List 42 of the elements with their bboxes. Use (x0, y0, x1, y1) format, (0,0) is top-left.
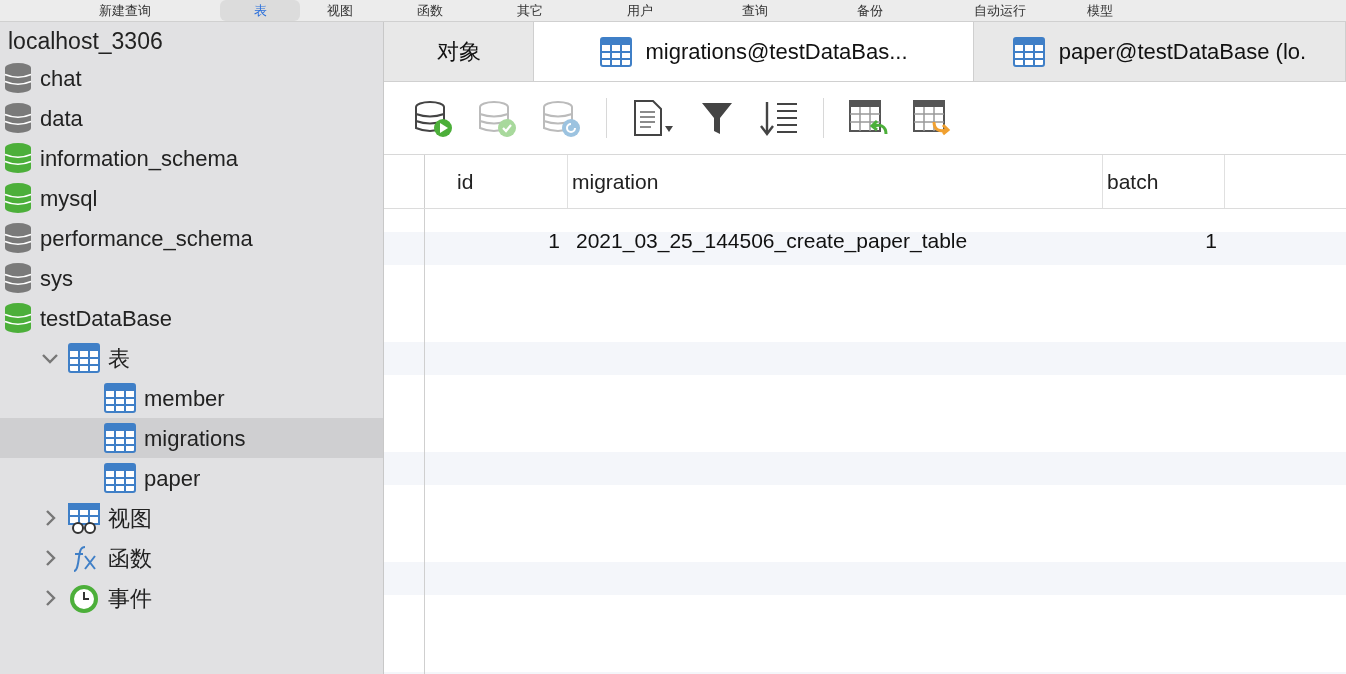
table-icon (599, 36, 632, 67)
tree-item-label[interactable]: 视图 (108, 501, 152, 535)
tree-item-label[interactable]: member (144, 381, 225, 415)
table-cell-text: 1 (1204, 228, 1218, 255)
table-icon (104, 383, 136, 413)
toolbar-button[interactable]: 表 (220, 0, 300, 21)
table-cell-text: 1 (547, 228, 561, 255)
column-header[interactable]: batch (1103, 155, 1225, 208)
tree-item-label[interactable]: 函数 (108, 541, 152, 575)
tree-item-label[interactable]: mysql (40, 181, 98, 215)
tab[interactable]: migrations@testDataBas... (534, 22, 974, 81)
table-icon (104, 463, 136, 493)
toolbar-button[interactable]: 视图 (300, 0, 380, 21)
toolbar-button[interactable]: 自动运行 (930, 0, 1070, 21)
table-cell-text: 2021_03_25_144506_create_paper_table (575, 228, 969, 255)
toolbar-button[interactable]: 模型 (1070, 0, 1130, 21)
tree-item-label[interactable]: performance_schema (40, 221, 253, 255)
toolbar-button[interactable]: 其它 (480, 0, 580, 21)
export-table-icon[interactable] (912, 98, 952, 138)
tree-item-label[interactable]: 事件 (108, 581, 152, 615)
tree-item-label[interactable]: 表 (108, 341, 130, 375)
tree-item-label[interactable]: sys (40, 261, 73, 295)
connection-name[interactable]: localhost_3306 (0, 22, 383, 58)
toolbar-button[interactable]: 新建查询 (30, 0, 220, 21)
toolbar-button[interactable]: 备份 (810, 0, 930, 21)
clock-icon (68, 582, 100, 614)
tree-item-label[interactable]: information_schema (40, 141, 239, 175)
table-icon (1012, 36, 1045, 67)
tree-item-label[interactable]: paper (144, 461, 201, 495)
tree-item-label[interactable]: testDataBase (40, 301, 173, 335)
table-icon (68, 343, 100, 373)
column-header[interactable]: id (425, 155, 568, 208)
glasses-table-icon (68, 502, 100, 534)
column-header[interactable]: migration (568, 155, 1103, 208)
table-icon (104, 423, 136, 453)
tree-item-label[interactable]: data (40, 101, 83, 135)
tree-item-label[interactable]: chat (40, 61, 82, 95)
run-icon[interactable] (414, 98, 454, 138)
toolbar-button[interactable]: 函数 (380, 0, 480, 21)
toolbar-button[interactable]: 用户 (580, 0, 700, 21)
document-icon[interactable] (631, 98, 675, 138)
toolbar-button[interactable]: 查询 (700, 0, 810, 21)
